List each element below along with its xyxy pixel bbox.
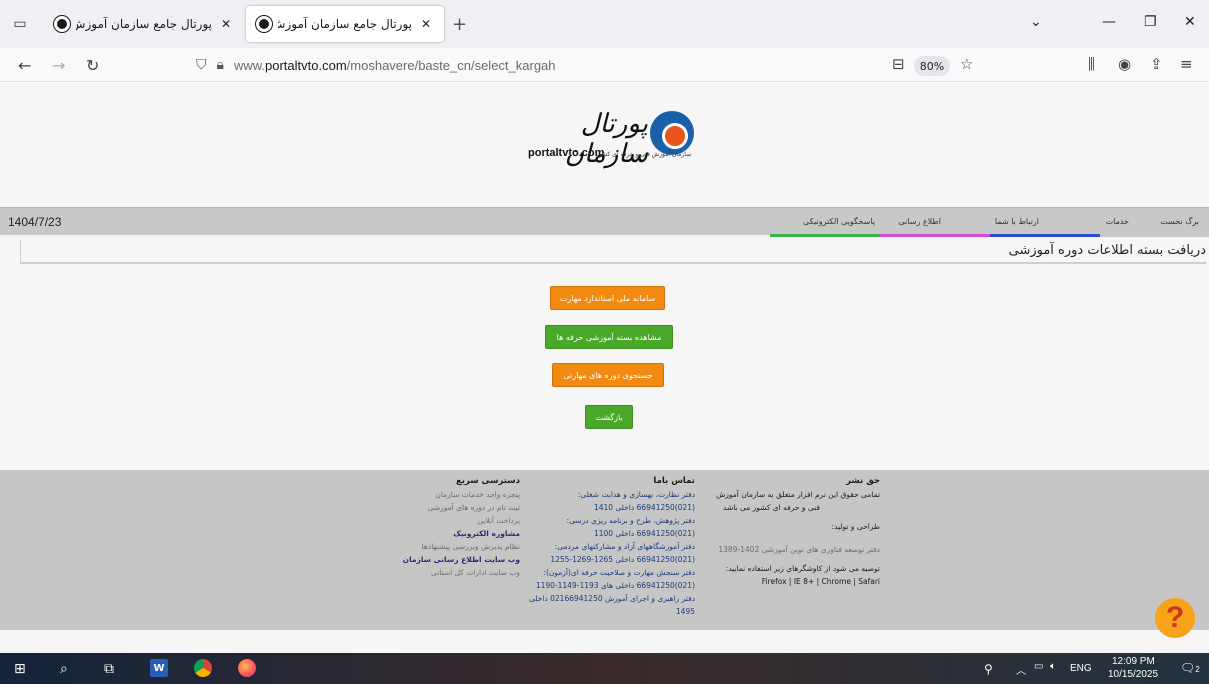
- menu-item-services[interactable]: خدمات: [1106, 217, 1129, 226]
- lock-icon[interactable]: 🔒︎: [217, 57, 224, 73]
- main-menu-bar: 1404/7/23 برگ نخست خدمات ارتباط با شما ا…: [0, 207, 1209, 237]
- search-skill-courses-button[interactable]: جستجوی دوره های مهارتی: [552, 363, 664, 387]
- library-icon[interactable]: ⫼: [1088, 55, 1095, 73]
- tvto-favicon-icon: [54, 16, 70, 32]
- contact-line: 1495: [675, 607, 695, 616]
- quick-link-e-consulting[interactable]: مشاوره الکترونیک: [400, 527, 520, 540]
- minimize-icon[interactable]: —: [1102, 14, 1116, 30]
- tab-title: پورتال جامع سازمان آموزش فني ...: [278, 17, 412, 31]
- footer-contact-heading: تماس باما: [653, 476, 695, 486]
- logo-subtitle: سازمان آموزش فنی و حرفه ای کشور: [596, 151, 692, 158]
- quick-link[interactable]: پرداخت آنلاین: [400, 514, 520, 527]
- reload-icon[interactable]: ↻: [86, 56, 99, 75]
- people-icon[interactable]: ⚲: [984, 662, 993, 676]
- restore-icon[interactable]: ❐: [1144, 14, 1157, 30]
- footer-copyright-text: فنی و حرفه ای کشور می باشد: [723, 503, 820, 512]
- task-view-icon[interactable]: ⧉: [104, 659, 114, 679]
- contact-line: (021)66941250 داخلی های 1193-1149-1190: [535, 581, 695, 590]
- menu-item-e-support[interactable]: پاسخگویی الکترونیکی: [803, 217, 875, 226]
- page-header-panel: دریافت بسته اطلاعات دوره آموزشی: [20, 240, 1206, 264]
- contact-line: دفتر سنجش مهارت و صلاحیت حرفه ای(آزمون):: [543, 568, 695, 577]
- footer-recommend-text: توصیه می شود از کاوشگرهای زیر استفاده نم…: [725, 564, 880, 573]
- footer-quick-access-column: دسترسی سریع پنجره واحد خدمات سازمان ثبت …: [400, 475, 520, 579]
- contact-line: دفتر پژوهش، طرح و برنامه ریزی درسی:: [566, 516, 695, 525]
- menu-color-underline: [770, 234, 1209, 237]
- menu-item-news[interactable]: اطلاع رسانی: [898, 217, 941, 226]
- contact-line: دفتر آموزشگاههای آزاد و مشارکتهای مردمی:: [554, 542, 695, 551]
- web-page: پورتال سازمان portaltvto.com سازمان آموز…: [0, 83, 1209, 653]
- word-app-icon[interactable]: W: [150, 659, 168, 677]
- reader-view-icon[interactable]: ⊟: [892, 55, 905, 73]
- close-tab-icon[interactable]: ✕: [218, 17, 234, 31]
- share-icon[interactable]: ⇪: [1150, 55, 1163, 73]
- account-icon[interactable]: ◉: [1118, 55, 1131, 73]
- contact-line: دفتر نظارت، بهسازی و هدایت شغلی:: [577, 490, 695, 499]
- quick-link[interactable]: ثبت نام در دوره های آموزشی: [400, 501, 520, 514]
- quick-link[interactable]: وب سایت ادارات کل استانی: [400, 566, 520, 579]
- forward-icon[interactable]: →: [52, 56, 65, 75]
- tab-overflow-chevron-icon[interactable]: ⌄: [1030, 14, 1042, 30]
- menu-icon[interactable]: ≡: [1180, 55, 1193, 73]
- close-window-icon[interactable]: ✕: [1184, 14, 1196, 30]
- notification-icon[interactable]: 🗨︎2: [1180, 661, 1200, 675]
- volume-icon[interactable]: 🔈︎: [1050, 661, 1056, 672]
- quick-link-info-site[interactable]: وب سایت اطلاع رسانی سازمان: [400, 553, 520, 566]
- tray-chevron-icon[interactable]: ︿: [1016, 662, 1026, 677]
- search-icon[interactable]: ⌕: [60, 659, 68, 679]
- shield-icon[interactable]: ⛉: [196, 57, 207, 73]
- site-footer: حق نشر تمامی حقوق این نرم افزار متعلق به…: [0, 470, 1209, 630]
- page-title: دریافت بسته اطلاعات دوره آموزشی: [1008, 243, 1206, 258]
- footer-browsers-text: Firefox | IE 8+ | Chrome | Safari: [761, 577, 880, 586]
- footer-copyright-text: تمامی حقوق این نرم افزار متعلق به سازمان…: [716, 490, 880, 499]
- portal-logo[interactable]: پورتال سازمان portaltvto.com سازمان آموز…: [526, 105, 696, 175]
- header-logo-area: پورتال سازمان portaltvto.com سازمان آموز…: [0, 83, 1209, 207]
- clock-time[interactable]: 12:09 PM: [1112, 656, 1155, 667]
- back-icon[interactable]: ←: [18, 56, 31, 75]
- browser-nav-bar: ← → ↻ ⛉ 🔒︎ www.portaltvto.com/moshavere/…: [0, 48, 1209, 82]
- footer-copyright-column: حق نشر تمامی حقوق این نرم افزار متعلق به…: [700, 475, 880, 588]
- menu-item-contact[interactable]: ارتباط با شما: [995, 217, 1039, 226]
- zoom-level-badge[interactable]: 80%: [914, 56, 950, 76]
- contact-line: (021)66941250 داخلی 1265-1269-1255: [550, 555, 695, 564]
- tab-list-icon[interactable]: ▭: [8, 12, 32, 36]
- contact-line: (021)66941250 داخلی 1410: [593, 503, 695, 512]
- quick-link[interactable]: پنجره واحد خدمات سازمان: [400, 488, 520, 501]
- browser-tab-1[interactable]: پورتال جامع سازمان آموزش فني ... ✕: [44, 6, 244, 42]
- footer-copyright-heading: حق نشر: [846, 476, 880, 486]
- footer-producer-label: طراحی و تولید:: [831, 522, 880, 531]
- firefox-app-icon[interactable]: [238, 659, 256, 677]
- language-indicator[interactable]: ENG: [1070, 663, 1092, 674]
- current-date: 1404/7/23: [8, 215, 62, 229]
- network-icon[interactable]: ▭: [1034, 661, 1043, 672]
- tvto-favicon-icon: [256, 16, 272, 32]
- tvto-logo-icon: [650, 111, 694, 155]
- close-tab-icon[interactable]: ✕: [418, 17, 434, 31]
- tab-title: پورتال جامع سازمان آموزش فني ...: [76, 17, 212, 31]
- bookmark-star-icon[interactable]: ☆: [960, 55, 973, 73]
- logo-persian-text: پورتال سازمان: [564, 109, 648, 169]
- back-button[interactable]: بازگشت: [585, 405, 633, 429]
- footer-quick-heading: دسترسی سریع: [455, 476, 520, 486]
- footer-producer-link[interactable]: دفتر توسعه فناوری های نوین آموزشی 1402-1…: [700, 543, 880, 556]
- windows-taskbar: ⊞ ⌕ ⧉ W ⚲ ︿ ▭ 🔈︎ ENG 12:09 PM 10/15/2025…: [0, 653, 1209, 684]
- logo-domain-text: portaltvto.com: [528, 147, 605, 159]
- menu-item-home[interactable]: برگ نخست: [1160, 217, 1199, 226]
- clock-date[interactable]: 10/15/2025: [1108, 669, 1158, 680]
- chrome-app-icon[interactable]: [194, 659, 212, 677]
- view-training-package-button[interactable]: مشاهده بسته آموزشی حرفه ها: [545, 325, 673, 349]
- quick-link[interactable]: نظام پذیرش وبررسی پیشنهادها: [400, 540, 520, 553]
- new-tab-icon[interactable]: +: [452, 14, 467, 35]
- contact-line: دفتر راهبری و اجرای آموزش 02166941250 دا…: [528, 594, 695, 603]
- windows-start-icon[interactable]: ⊞: [14, 659, 26, 679]
- help-question-icon[interactable]: ?: [1155, 598, 1195, 638]
- footer-contact-column: تماس باما دفتر نظارت، بهسازی و هدایت شغل…: [520, 475, 695, 618]
- browser-tab-bar: ▭ پورتال جامع سازمان آموزش فني ... ✕ پور…: [0, 0, 1209, 48]
- url-text[interactable]: www.portaltvto.com/moshavere/baste_cn/se…: [234, 58, 556, 73]
- contact-line: (021)66941250 داخلی 1100: [593, 529, 695, 538]
- national-skill-standard-button[interactable]: سامانه ملی استاندارد مهارت: [550, 286, 665, 310]
- browser-tab-2-active[interactable]: پورتال جامع سازمان آموزش فني ... ✕: [246, 6, 444, 42]
- url-bar[interactable]: ⛉ 🔒︎ www.portaltvto.com/moshavere/baste_…: [196, 52, 986, 78]
